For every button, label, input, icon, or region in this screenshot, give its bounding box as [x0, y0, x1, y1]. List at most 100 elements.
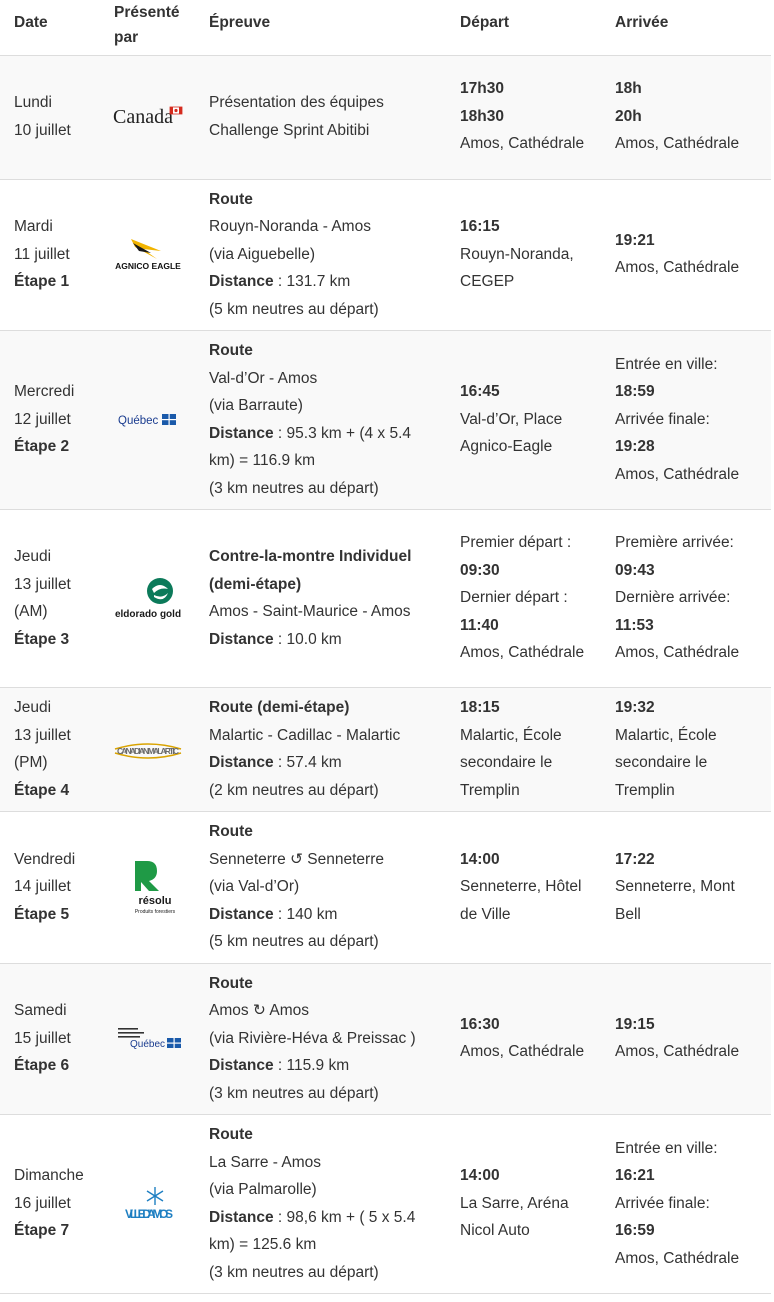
- departure-time: 16:45: [460, 383, 500, 401]
- arrival-cell: Entrée en ville: 18:59 Arrivée finale: 1…: [601, 330, 771, 510]
- arrival-final-label: Arrivée finale:: [615, 410, 710, 428]
- stage-label: Étape 4: [14, 781, 70, 799]
- date-cell: Lundi 10 juillet: [0, 54, 100, 179]
- stage-label: Étape 1: [14, 273, 70, 290]
- arrival-time: 19:32: [615, 699, 655, 716]
- stage-label: Étape 5: [14, 905, 70, 923]
- table-row: Samedi 15 juillet Étape 6 Québec Route A…: [0, 962, 771, 1115]
- arrival-cell: 19:15 Amos, Cathédrale: [601, 962, 771, 1115]
- day-name: Vendredi: [14, 850, 76, 868]
- arrival-place: Malartic, École secondaire le Tremplin: [615, 726, 717, 799]
- arrival-city-label: Entrée en ville:: [615, 1139, 718, 1157]
- arrival-cell: Entrée en ville: 16:21 Arrivée finale: 1…: [601, 1114, 771, 1294]
- event-route: La Sarre - Amos: [209, 1153, 321, 1171]
- event-via: (via Aiguebelle): [209, 245, 315, 263]
- day-date: 13 juillet: [14, 726, 71, 744]
- sponsor-name: VILLE D'AMOS: [125, 1207, 173, 1221]
- sponsor-name: résolu: [138, 895, 171, 907]
- event-type: Route (demi-étape): [209, 699, 350, 716]
- arrival-place: Amos, Cathédrale: [615, 259, 740, 277]
- distance-value: : 10.0 km: [273, 630, 342, 648]
- departure-cell: Premier départ : 09:30 Dernier départ : …: [446, 509, 601, 688]
- departure-first-time: 09:30: [460, 561, 500, 579]
- distance-value: : 115.9 km: [273, 1057, 350, 1074]
- arrival-place: Amos, Cathédrale: [615, 644, 740, 662]
- event-line: Challenge Sprint Abitibi: [209, 121, 370, 139]
- day-name: Mardi: [14, 218, 53, 235]
- departure-place: Val-d’Or, Place Agnico-Eagle: [460, 410, 563, 456]
- event-cell: Route La Sarre - Amos (via Palmarolle) D…: [195, 1114, 446, 1294]
- table-row: Jeudi 13 juillet (PM) Étape 4 CANADIAN M…: [0, 687, 771, 812]
- arrival-place: Amos, Cathédrale: [615, 1043, 740, 1061]
- arrival-cell: Première arrivée: 09:43 Dernière arrivée…: [601, 509, 771, 688]
- sponsor-cell: VILLE D'AMOS: [100, 1114, 195, 1294]
- event-cell: Route Rouyn-Noranda - Amos (via Aiguebel…: [195, 178, 446, 331]
- arrival-last-time: 11:53: [615, 616, 654, 634]
- sponsor-cell: AGNICO EAGLE: [100, 178, 195, 331]
- arrival-city-time: 18:59: [615, 383, 655, 401]
- sponsor-name: Québec: [130, 1039, 165, 1050]
- sponsor-cell: eldorado gold: [100, 509, 195, 688]
- event-distance: Distance : 10.0 km: [209, 626, 438, 654]
- departure-cell: 17h30 18h30 Amos, Cathédrale: [446, 54, 601, 179]
- event-cell: Route Amos ↻ Amos (via Rivière-Héva & Pr…: [195, 962, 446, 1115]
- departure-cell: 14:00 Senneterre, Hôtel de Ville: [446, 811, 601, 963]
- date-cell: Samedi 15 juillet Étape 6: [0, 962, 100, 1115]
- distance-label: Distance: [209, 424, 274, 442]
- departure-last-time: 11:40: [460, 616, 499, 634]
- departure-place: Amos, Cathédrale: [460, 135, 585, 153]
- distance-label: Distance: [209, 1208, 274, 1226]
- header-departure: Départ: [446, 0, 601, 56]
- distance-value: : 140 km: [273, 905, 338, 923]
- day-name: Jeudi: [14, 548, 52, 565]
- event-type: Route: [209, 190, 253, 208]
- arrival-place: Amos, Cathédrale: [615, 135, 740, 153]
- arrival-cell: 19:32 Malartic, École secondaire le Trem…: [601, 687, 771, 812]
- arrival-time: 18h: [615, 80, 642, 98]
- sponsor-name: AGNICO EAGLE: [115, 261, 181, 271]
- race-schedule-table: Date Présenté par Épreuve Départ Arrivée…: [0, 0, 771, 1294]
- event-distance: Distance : 140 km: [209, 901, 438, 929]
- distance-label: Distance: [209, 1057, 274, 1074]
- event-neutral: (3 km neutres au départ): [209, 1263, 379, 1281]
- sponsor-cell: Québec: [100, 962, 195, 1115]
- departure-time: 16:30: [460, 1015, 500, 1033]
- event-route: Val-d’Or - Amos: [209, 369, 318, 387]
- departure-time: 16:15: [460, 218, 500, 235]
- arrival-time: 17:22: [615, 850, 655, 868]
- day-date: 13 juillet: [14, 575, 71, 593]
- event-neutral: (3 km neutres au départ): [209, 479, 379, 497]
- eldorado-gold-logo-icon: eldorado gold: [104, 577, 191, 621]
- header-event: Épreuve: [195, 0, 446, 56]
- departure-first-label: Premier départ :: [460, 534, 572, 552]
- sponsor-name: CANADIAN MALARTIC: [117, 746, 179, 756]
- arrival-cell: 19:21 Amos, Cathédrale: [601, 178, 771, 331]
- event-neutral: (5 km neutres au départ): [209, 300, 379, 318]
- event-distance: Distance : 131.7 km: [209, 268, 438, 296]
- date-cell: Mardi 11 juillet Étape 1: [0, 178, 100, 331]
- ville-amos-logo-icon: VILLE D'AMOS: [104, 1184, 191, 1224]
- departure-place: Amos, Cathédrale: [460, 644, 585, 662]
- agnico-eagle-logo-icon: AGNICO EAGLE: [104, 237, 191, 273]
- event-type: Route: [209, 1126, 253, 1143]
- stage-label: Étape 3: [14, 630, 70, 648]
- arrival-place: Amos, Cathédrale: [615, 465, 740, 483]
- event-route: Amos - Saint-Maurice - Amos: [209, 603, 411, 620]
- day-name: Jeudi: [14, 699, 52, 716]
- resolu-logo-icon: résolu Produits forestiers: [104, 857, 191, 917]
- event-neutral: (5 km neutres au départ): [209, 933, 379, 950]
- table-row: Lundi 10 juillet Canada Présentation des…: [0, 54, 771, 179]
- sponsor-name: Canada: [113, 106, 173, 128]
- departure-cell: 18:15 Malartic, École secondaire le Trem…: [446, 687, 601, 812]
- header-arrival: Arrivée: [601, 0, 771, 56]
- distance-value: : 57.4 km: [273, 754, 342, 771]
- departure-cell: 14:00 La Sarre, Aréna Nicol Auto: [446, 1114, 601, 1294]
- sponsor-cell: résolu Produits forestiers: [100, 811, 195, 963]
- sponsor-subtitle: Produits forestiers: [134, 909, 175, 915]
- arrival-city-label: Entrée en ville:: [615, 355, 718, 373]
- departure-last-label: Dernier départ :: [460, 589, 568, 607]
- arrival-time: 19:15: [615, 1015, 655, 1033]
- departure-cell: 16:15 Rouyn-Noranda, CEGEP: [446, 178, 601, 331]
- table-header-row: Date Présenté par Épreuve Départ Arrivée: [0, 0, 771, 56]
- canadian-malartic-logo-icon: CANADIAN MALARTIC: [104, 735, 191, 765]
